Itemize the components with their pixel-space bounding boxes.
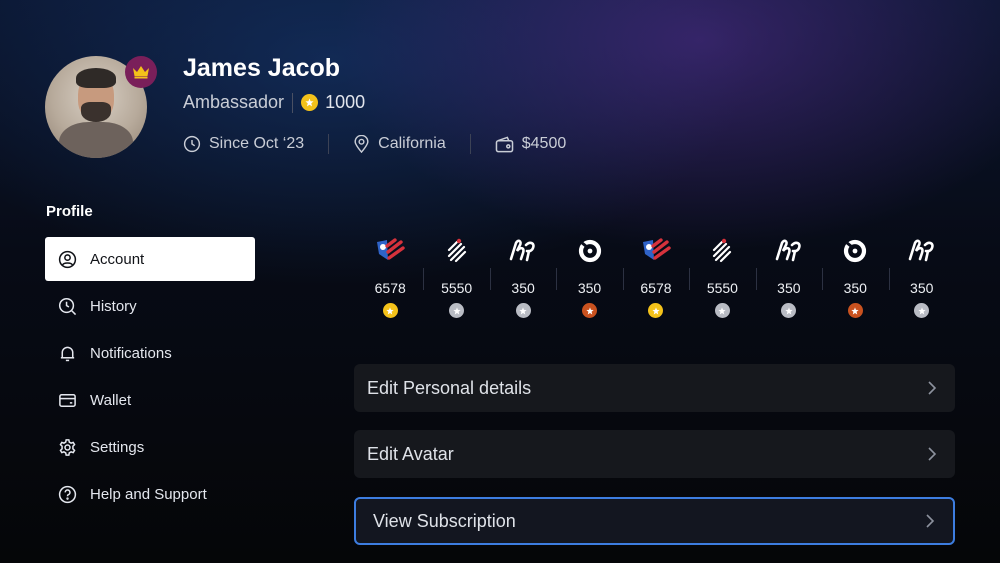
history-search-icon — [58, 297, 77, 315]
sidebar-item-account[interactable]: Account — [45, 237, 255, 281]
loop-badge-icon — [509, 239, 535, 262]
badge-item[interactable]: 5550 — [423, 232, 489, 322]
gold-medal-icon — [648, 303, 664, 318]
action-label: View Subscription — [373, 510, 516, 531]
gold-medal-icon — [382, 303, 398, 318]
loop-badge-icon — [908, 239, 934, 262]
sidebar-item-label: Notifications — [90, 344, 172, 362]
profile-meta: Since Oct ‘23 California $4500 — [183, 134, 566, 154]
action-label: Edit Avatar — [367, 443, 454, 464]
rank-row: Ambassador 1000 — [183, 92, 365, 113]
silver-medal-icon — [449, 303, 465, 318]
user-circle-icon — [58, 250, 77, 268]
sidebar-item-settings[interactable]: Settings — [45, 425, 255, 469]
badge-value: 350 — [777, 280, 801, 296]
edit-personal-details-button[interactable]: Edit Personal details — [354, 364, 955, 412]
stripes-badge-icon — [447, 238, 466, 263]
sidebar-item-label: History — [90, 297, 137, 315]
sidebar-item-label: Account — [90, 250, 145, 268]
silver-medal-icon — [781, 303, 797, 318]
badge-value: 5550 — [706, 280, 738, 296]
badge-item[interactable]: 6578 — [357, 232, 423, 322]
badge-value: 6578 — [640, 280, 672, 296]
sidebar-item-notifications[interactable]: Notifications — [45, 331, 255, 375]
badge-item[interactable]: 350 — [888, 232, 955, 322]
edit-avatar-button[interactable]: Edit Avatar — [354, 430, 955, 478]
badge-value: 350 — [910, 280, 934, 296]
silver-medal-icon — [515, 303, 531, 318]
location: California — [353, 135, 446, 153]
achievement-badges: 6578 5550 350 350 6578 5550 350 350 350 — [357, 232, 955, 322]
badge-value: 5550 — [441, 280, 473, 296]
divider — [328, 134, 330, 154]
rank-label: Ambassador — [183, 92, 285, 112]
chevron-right-icon — [926, 514, 935, 528]
card-icon — [59, 393, 76, 407]
silver-medal-icon — [914, 303, 930, 318]
loop-badge-icon — [775, 239, 801, 262]
shield-badge-icon — [642, 238, 671, 260]
badge-value: 6578 — [374, 280, 406, 296]
wallet-balance: $4500 — [495, 135, 567, 153]
badge-item[interactable]: 350 — [489, 232, 556, 322]
badge-item[interactable]: 350 — [822, 232, 888, 322]
divider — [469, 134, 471, 154]
member-since: Since Oct ‘23 — [183, 135, 304, 153]
bronze-medal-icon — [847, 303, 863, 318]
sidebar-item-label: Settings — [90, 438, 145, 456]
wallet-balance-text: $4500 — [521, 135, 567, 152]
profile-name: James Jacob — [183, 54, 341, 82]
chevron-right-icon — [928, 447, 937, 461]
member-since-text: Since Oct ‘23 — [209, 135, 305, 152]
location-pin-icon — [354, 135, 369, 153]
badge-item[interactable]: 6578 — [622, 232, 689, 322]
ring-badge-icon — [844, 239, 867, 263]
sidebar-item-label: Help and Support — [90, 485, 207, 503]
sidebar-menu: Account History Notifications Wallet Set… — [45, 237, 255, 519]
view-subscription-button[interactable]: View Subscription — [354, 497, 955, 545]
badge-item[interactable]: 5550 — [689, 232, 755, 322]
badge-value: 350 — [511, 280, 535, 296]
bell-icon — [60, 346, 75, 361]
sidebar-title: Profile — [46, 203, 93, 220]
question-icon — [58, 485, 77, 503]
silver-medal-icon — [714, 303, 730, 318]
chevron-right-icon — [928, 381, 937, 395]
action-label: Edit Personal details — [367, 377, 532, 398]
sidebar-item-label: Wallet — [90, 391, 132, 409]
crown-icon — [125, 56, 157, 88]
ring-badge-icon — [578, 239, 601, 263]
sidebar-item-help[interactable]: Help and Support — [45, 472, 255, 516]
badge-value: 350 — [577, 280, 602, 296]
gear-icon — [59, 438, 76, 456]
sidebar-item-history[interactable]: History — [45, 284, 255, 328]
wallet-icon — [495, 135, 514, 152]
stripes-badge-icon — [713, 238, 732, 263]
sidebar-item-wallet[interactable]: Wallet — [45, 378, 255, 422]
badge-item[interactable]: 350 — [556, 232, 622, 322]
badge-item[interactable]: 350 — [755, 232, 822, 322]
bronze-medal-icon — [582, 303, 598, 318]
coin-icon — [301, 94, 319, 111]
shield-badge-icon — [377, 238, 405, 260]
location-text: California — [378, 135, 446, 152]
divider — [292, 92, 294, 113]
clock-icon — [183, 135, 201, 153]
badge-value: 350 — [843, 280, 867, 296]
coin-balance: 1000 — [325, 92, 366, 112]
profile-avatar-container — [45, 56, 157, 158]
